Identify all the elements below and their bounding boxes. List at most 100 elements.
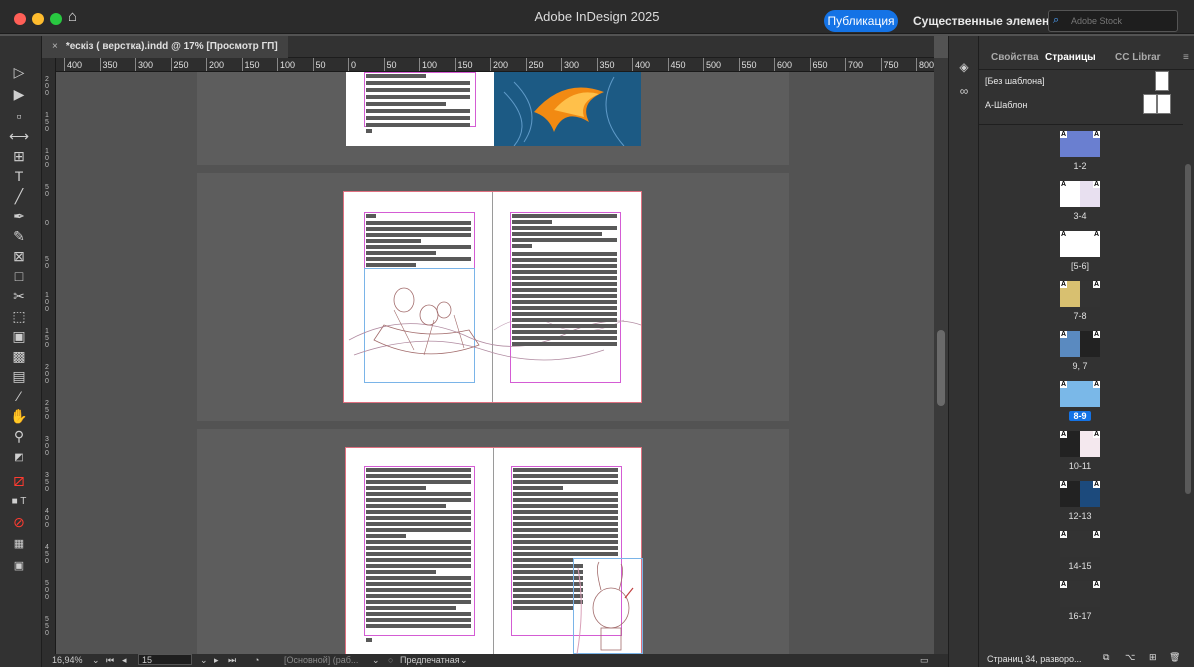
pencil-tool-icon[interactable]: ✎ (8, 226, 30, 246)
master-a-thumb-left[interactable] (1143, 94, 1157, 114)
home-icon[interactable]: ⌂ (68, 9, 84, 25)
page-tool-icon[interactable]: ▫ (8, 106, 30, 126)
move-pages-icon[interactable]: ⌥ (1125, 652, 1135, 663)
horizontal-ruler[interactable]: 400 350 300 250 200 150 100 50 0 50 100 150 200 250 30… (56, 58, 934, 72)
fill-stroke-swatch-icon[interactable]: ⧄ (8, 470, 30, 490)
zoom-tool-icon[interactable]: ⚲ (8, 426, 30, 446)
master-a-thumb-right[interactable] (1157, 94, 1171, 114)
spread-10-11[interactable] (345, 447, 643, 654)
pages-list[interactable]: А А 1-2 А А 3-4 А А [5-6] А А 7-8 А А 9, 7 А А 8-9 А А 10-11… (979, 124, 1183, 644)
layers-icon[interactable]: ◈ (957, 60, 971, 74)
page-label[interactable]: 8-9 (1069, 411, 1091, 421)
page-label[interactable]: 16-17 (1050, 611, 1110, 621)
zoom-window-button[interactable] (50, 13, 62, 25)
master-a[interactable]: А-Шаблон (985, 100, 1027, 110)
page-thumbnail[interactable]: А (1080, 131, 1100, 157)
page-thumbnail[interactable]: А (1080, 331, 1100, 357)
next-page-icon[interactable]: ▸ (214, 655, 219, 666)
panel-toggle-icon[interactable]: ▭ (920, 655, 929, 666)
zoom-level[interactable]: 16,94% (52, 655, 83, 665)
gradient-swatch-tool-icon[interactable]: ▣ (8, 326, 30, 346)
page-right-illustration[interactable] (494, 72, 641, 147)
page-label[interactable]: 3-4 (1050, 211, 1110, 221)
type-tool-icon[interactable]: T (8, 166, 30, 186)
delete-page-icon[interactable]: 🗑 (1169, 652, 1180, 663)
page-label[interactable]: 7-8 (1050, 311, 1110, 321)
page-label[interactable]: [5-6] (1050, 261, 1110, 271)
close-tab-icon[interactable]: × (52, 41, 58, 52)
canvas-vertical-scrollbar[interactable] (934, 58, 948, 654)
rectangle-tool-icon[interactable]: □ (8, 266, 30, 286)
page-thumbnail[interactable]: А (1060, 181, 1080, 207)
page-thumbnail[interactable]: А (1080, 481, 1100, 507)
selection-tool-icon[interactable]: ▷ (8, 62, 30, 82)
tab-cc-libraries[interactable]: CC Librar (1115, 52, 1161, 63)
zoom-dropdown-icon[interactable]: ⌄ (92, 655, 100, 666)
page-thumbnail[interactable]: А (1080, 431, 1100, 457)
scrollbar-thumb[interactable] (1185, 164, 1191, 494)
line-tool-icon[interactable]: ╱ (8, 186, 30, 206)
spread-8-9[interactable] (343, 191, 642, 403)
master-none-thumb[interactable] (1155, 71, 1169, 91)
page-label[interactable]: 9, 7 (1050, 361, 1110, 371)
gap-tool-icon[interactable]: ⟷ (8, 126, 30, 146)
page-thumbnail[interactable]: А (1080, 381, 1100, 407)
page-number-field[interactable]: 15 (138, 654, 192, 665)
master-dropdown-icon[interactable]: ⌄ (372, 655, 380, 666)
page-label[interactable]: 14-15 (1050, 561, 1110, 571)
page-thumbnail[interactable]: А (1080, 281, 1100, 307)
close-window-button[interactable] (14, 13, 26, 25)
pen-tool-icon[interactable]: ✒ (8, 206, 30, 226)
previous-page-icon[interactable]: ◂ (122, 655, 127, 666)
page-thumbnail[interactable]: А (1080, 581, 1100, 607)
first-page-icon[interactable]: ⏮ (106, 655, 114, 666)
stock-search-input[interactable]: ⌕ Adobe Stock (1048, 10, 1178, 32)
apply-none-icon[interactable]: ⊘ (8, 512, 30, 532)
tab-properties[interactable]: Свойства (991, 52, 1039, 63)
scrollbar-thumb[interactable] (937, 330, 945, 406)
page-thumbnail[interactable]: А (1060, 131, 1080, 157)
page-dropdown-icon[interactable]: ⌄ (200, 655, 208, 666)
preflight-dropdown-icon[interactable]: ⌄ (460, 655, 468, 666)
gradient-feather-tool-icon[interactable]: ▩ (8, 346, 30, 366)
rectangle-frame-tool-icon[interactable]: ⊠ (8, 246, 30, 266)
page-thumbnail[interactable]: А (1080, 181, 1100, 207)
scissors-tool-icon[interactable]: ✂ (8, 286, 30, 306)
page-label[interactable]: 10-11 (1050, 461, 1110, 471)
document-canvas[interactable] (56, 72, 934, 654)
view-mode-icon[interactable]: ▦ (8, 534, 30, 554)
edit-page-size-icon[interactable]: ⧉ (1103, 652, 1109, 663)
master-none[interactable]: [Без шаблона] (985, 76, 1045, 86)
page-label[interactable]: 12-13 (1050, 511, 1110, 521)
default-fill-stroke-icon[interactable]: ◩ (8, 448, 30, 468)
page-thumbnail[interactable]: А (1060, 231, 1080, 257)
page-label[interactable]: 1-2 (1050, 161, 1110, 171)
page-thumbnail[interactable]: А (1080, 531, 1100, 557)
last-page-icon[interactable]: ⏭ (228, 655, 236, 666)
minimize-window-button[interactable] (32, 13, 44, 25)
new-page-icon[interactable]: ⊞ (1149, 652, 1157, 663)
page-thumbnail[interactable]: А (1060, 481, 1080, 507)
hand-tool-icon[interactable]: ✋ (8, 406, 30, 426)
vertical-ruler[interactable]: 2 0 0 1 5 0 1 0 0 5 0 0 5 0 1 0 0 1 5 0 2 0 0 2 5… (42, 58, 56, 654)
note-tool-icon[interactable]: ▤ (8, 366, 30, 386)
page-thumbnail[interactable]: А (1060, 531, 1080, 557)
eyedropper-tool-icon[interactable]: ⁄ (8, 386, 30, 406)
document-tab[interactable]: × *ескіз ( верстка).indd @ 17% [Просмотр … (42, 36, 288, 58)
open-document-icon[interactable]: ◔ (254, 655, 259, 665)
page-thumbnail[interactable]: А (1060, 581, 1080, 607)
content-collector-icon[interactable]: ⊞ (8, 146, 30, 166)
page-left[interactable] (346, 72, 494, 146)
screen-mode-icon[interactable]: ▣ (8, 556, 30, 576)
page-thumbnail[interactable]: А (1060, 281, 1080, 307)
publish-button[interactable]: Публикация (824, 10, 898, 32)
tab-pages[interactable]: Страницы (1045, 52, 1096, 63)
links-icon[interactable]: ∞ (957, 84, 971, 98)
page-thumbnail[interactable]: А (1080, 231, 1100, 257)
page-thumbnail[interactable]: А (1060, 331, 1080, 357)
direct-selection-tool-icon[interactable]: ▶ (8, 84, 30, 104)
page-thumbnail[interactable]: А (1060, 381, 1080, 407)
master-selector[interactable]: [Основной] (раб... (284, 655, 358, 665)
pages-scrollbar[interactable] (1183, 124, 1193, 644)
formatting-affects-container-icon[interactable]: ■ T (8, 492, 30, 512)
